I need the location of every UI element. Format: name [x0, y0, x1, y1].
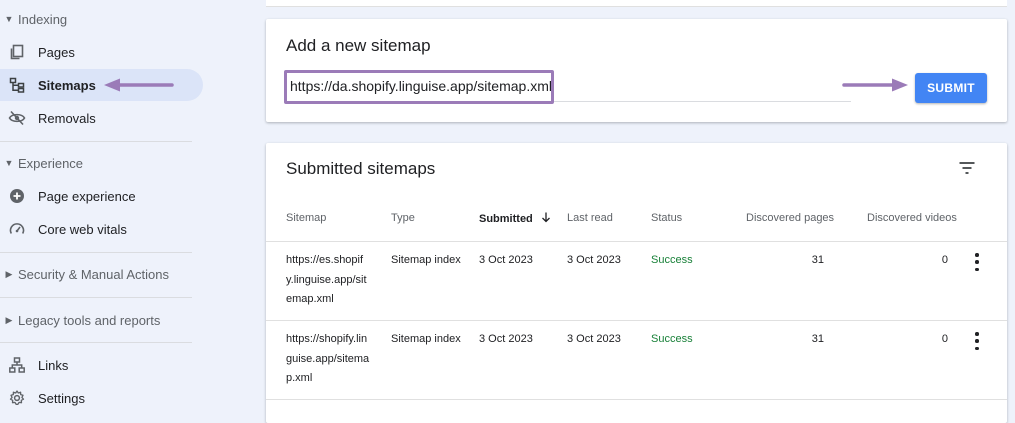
section-legacy[interactable]: ▶ Legacy tools and reports — [0, 308, 161, 332]
caret-down-icon: ▼ — [4, 158, 14, 168]
more-options-icon[interactable] — [971, 332, 983, 350]
submitted-cell: 3 Oct 2023 — [479, 333, 533, 345]
column-header-submitted-label: Submitted — [479, 213, 533, 225]
filter-icon[interactable] — [958, 159, 976, 177]
sidebar-item-settings[interactable]: Settings — [0, 382, 203, 414]
column-header-status[interactable]: Status — [651, 212, 682, 224]
caret-right-icon: ▶ — [5, 268, 13, 279]
submitted-cell: 3 Oct 2023 — [479, 254, 533, 266]
gear-icon — [8, 389, 26, 407]
last-read-cell: 3 Oct 2023 — [567, 254, 621, 266]
column-header-sitemap[interactable]: Sitemap — [286, 212, 326, 224]
sidebar-item-removals[interactable]: Removals — [0, 102, 203, 134]
last-read-cell: 3 Oct 2023 — [567, 333, 621, 345]
sitemap-url-cell[interactable]: https://es.shopif y.linguise.app/sit ema… — [286, 251, 386, 310]
submitted-sitemaps-title: Submitted sitemaps — [286, 159, 436, 178]
section-experience-label: Experience — [18, 155, 84, 171]
caret-right-icon: ▶ — [5, 314, 13, 325]
sitemap-url-line: https://shopify.lin — [286, 333, 368, 345]
column-header-last-read[interactable]: Last read — [567, 212, 613, 224]
add-sitemap-card: Add a new sitemap SUBMIT — [266, 19, 1007, 122]
sidebar-item-page-experience[interactable]: Page experience — [0, 180, 203, 212]
row-divider — [266, 399, 1007, 400]
sort-arrow-down-icon — [541, 212, 550, 223]
row-divider — [266, 241, 1007, 242]
caret-down-icon: ▼ — [4, 14, 14, 24]
status-cell: Success — [651, 333, 693, 345]
sidebar-divider — [0, 252, 192, 253]
column-header-type[interactable]: Type — [391, 212, 415, 224]
eye-off-icon — [8, 109, 26, 127]
section-security[interactable]: ▶ Security & Manual Actions — [0, 262, 170, 286]
section-indexing[interactable]: ▼ Indexing — [0, 7, 68, 31]
type-cell: Sitemap index — [391, 254, 461, 266]
sidebar-item-core-web-vitals[interactable]: Core web vitals — [0, 213, 203, 245]
sidebar-item-core-web-vitals-label: Core web vitals — [38, 221, 127, 237]
column-header-submitted[interactable]: Submitted — [479, 212, 551, 225]
section-legacy-label: Legacy tools and reports — [18, 312, 161, 328]
submit-button[interactable]: SUBMIT — [915, 73, 987, 103]
sitemap-url-line: https://es.shopif — [286, 254, 364, 266]
sitemap-url-input[interactable] — [286, 73, 556, 99]
status-cell: Success — [651, 254, 693, 266]
sitemap-url-line: guise.app/sitema — [286, 352, 370, 365]
more-options-icon[interactable] — [971, 253, 983, 271]
sidebar-item-pages[interactable]: Pages — [0, 36, 203, 68]
sidebar-item-settings-label: Settings — [38, 390, 85, 406]
sitemap-url-field — [286, 71, 851, 102]
type-cell: Sitemap index — [391, 333, 461, 345]
discovered-pages-cell: 31 — [811, 254, 824, 266]
sidebar-item-pages-label: Pages — [38, 44, 75, 60]
sidebar-divider — [0, 342, 192, 343]
section-indexing-label: Indexing — [18, 11, 68, 27]
sitemap-icon — [8, 76, 26, 94]
row-divider — [266, 320, 1007, 321]
speedometer-icon — [8, 220, 26, 238]
discovered-pages-cell: 31 — [811, 333, 824, 345]
sidebar-item-sitemaps-label: Sitemaps — [38, 77, 96, 93]
links-icon — [8, 356, 26, 374]
sidebar-item-page-experience-label: Page experience — [38, 188, 136, 204]
add-sitemap-title: Add a new sitemap — [286, 36, 431, 55]
sidebar: ▼ Indexing Pages Sitemaps Removals ▼ Exp… — [0, 0, 212, 410]
sitemap-url-line: p.xml — [286, 372, 313, 384]
discovered-videos-cell: 0 — [941, 333, 948, 345]
sidebar-item-links[interactable]: Links — [0, 349, 203, 381]
sidebar-item-sitemaps[interactable]: Sitemaps — [0, 69, 203, 101]
column-header-discovered-videos[interactable]: Discovered videos — [867, 212, 957, 224]
discovered-videos-cell: 0 — [941, 254, 948, 266]
sidebar-item-removals-label: Removals — [38, 110, 96, 126]
section-experience[interactable]: ▼ Experience — [0, 151, 84, 175]
sidebar-divider — [0, 141, 192, 142]
section-security-label: Security & Manual Actions — [18, 266, 170, 282]
pages-icon — [8, 43, 26, 61]
sitemap-url-line: emap.xml — [286, 293, 334, 305]
plus-circle-icon — [8, 187, 26, 205]
previous-card-edge — [266, 0, 1007, 7]
sidebar-item-links-label: Links — [38, 357, 69, 373]
column-header-discovered-pages[interactable]: Discovered pages — [746, 212, 834, 224]
submitted-sitemaps-card: Submitted sitemaps Sitemap Type Submitte… — [266, 143, 1007, 423]
sitemap-url-line: y.linguise.app/sit — [286, 273, 367, 286]
sitemap-url-cell[interactable]: https://shopify.lin guise.app/sitema p.x… — [286, 330, 386, 389]
sidebar-divider — [0, 297, 192, 298]
